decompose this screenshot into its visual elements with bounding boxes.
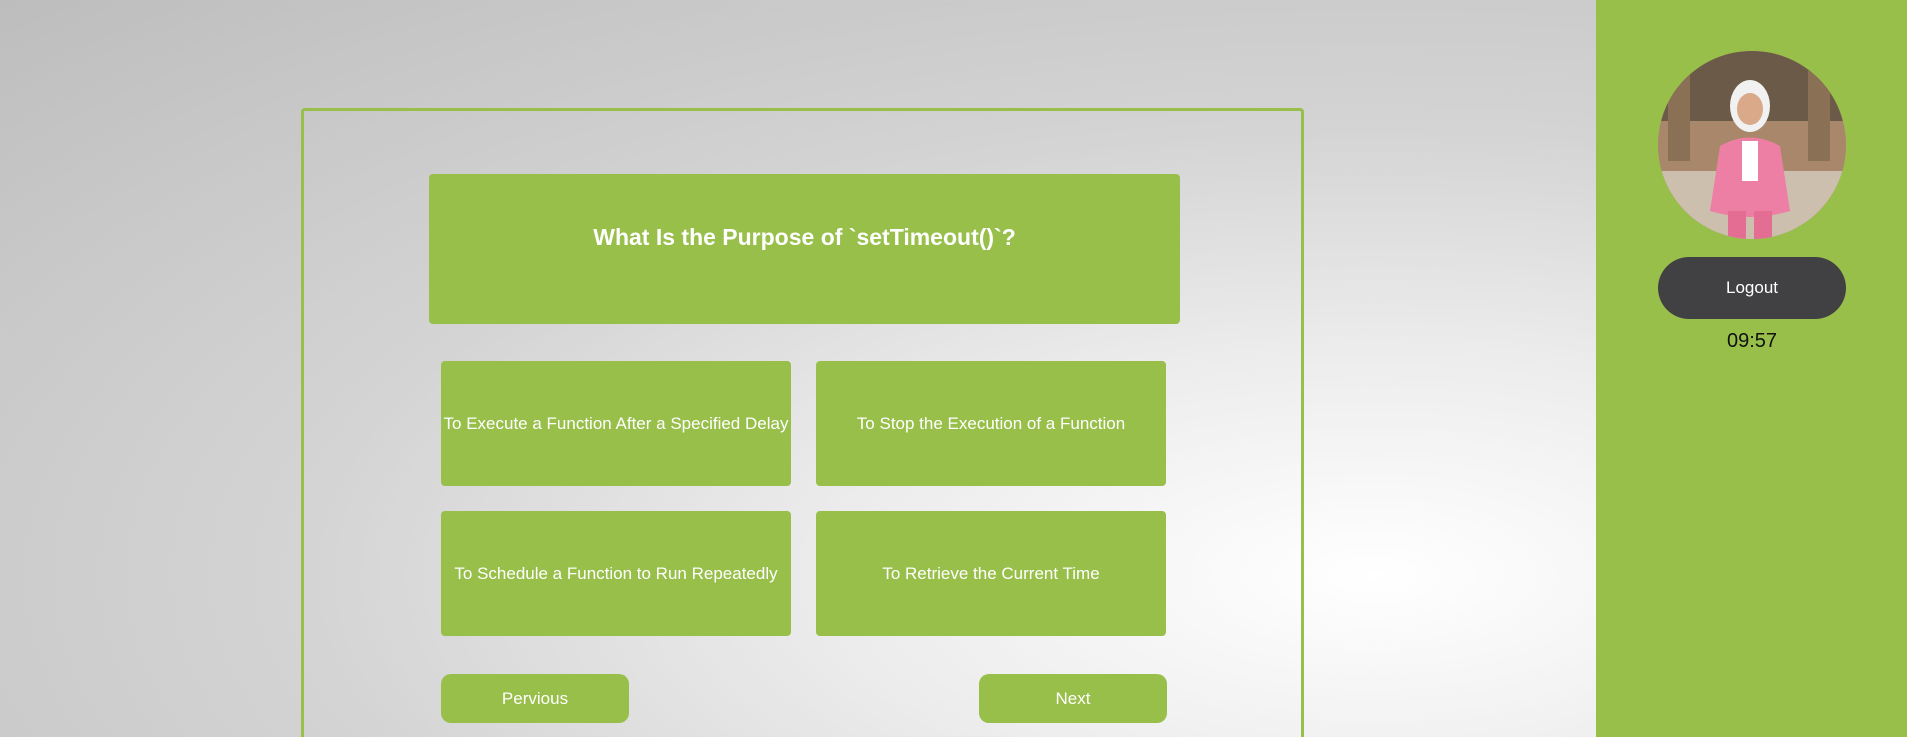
user-photo-icon bbox=[1658, 51, 1846, 239]
question-card: What Is the Purpose of `setTimeout()`? bbox=[429, 174, 1180, 324]
answer-option-2[interactable]: To Stop the Execution of a Function bbox=[816, 361, 1166, 486]
answer-option-1[interactable]: To Execute a Function After a Specified … bbox=[441, 361, 791, 486]
quiz-area: What Is the Purpose of `setTimeout()`? T… bbox=[0, 0, 1596, 737]
question-text: What Is the Purpose of `setTimeout()`? bbox=[593, 224, 1016, 250]
countdown-timer: 09:57 bbox=[1726, 330, 1778, 352]
next-button[interactable]: Next bbox=[979, 674, 1167, 723]
answer-option-4[interactable]: To Retrieve the Current Time bbox=[816, 511, 1166, 636]
answer-option-3[interactable]: To Schedule a Function to Run Repeatedly bbox=[441, 511, 791, 636]
logout-button[interactable]: Logout bbox=[1658, 257, 1846, 319]
sidebar: Logout 09:57 bbox=[1596, 0, 1907, 737]
previous-button[interactable]: Pervious bbox=[441, 674, 629, 723]
avatar bbox=[1658, 51, 1846, 239]
